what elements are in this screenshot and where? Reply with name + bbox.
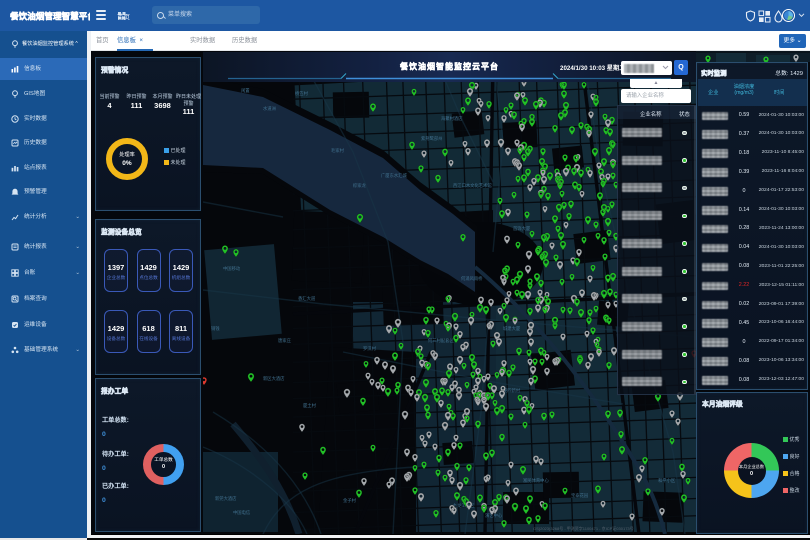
svg-text:新区大酒店: 新区大酒店 — [263, 375, 285, 382]
svg-text:新莞大酒店: 新莞大酒店 — [215, 495, 237, 502]
svg-text:唐家庄: 唐家庄 — [278, 337, 292, 344]
svg-text:何三村配套区: 何三村配套区 — [428, 337, 454, 344]
svg-text:首饰大厦: 首饰大厦 — [513, 225, 531, 232]
svg-text:香汇大道: 香汇大道 — [298, 295, 316, 302]
svg-text:演艺中心: 演艺中心 — [485, 512, 503, 519]
svg-text:水道洲: 水道洲 — [263, 105, 276, 112]
svg-text:海聚村酒店: 海聚村酒店 — [441, 115, 463, 122]
svg-text:厦土村: 厦土村 — [303, 402, 317, 408]
svg-text:毛家村: 毛家村 — [331, 147, 345, 153]
svg-text:铜钱: 铜钱 — [211, 325, 220, 332]
svg-text:广厦东水汇城: 广厦东水汇城 — [381, 172, 407, 179]
svg-text:桥笠村: 桥笠村 — [295, 90, 309, 97]
svg-text:中国移动: 中国移动 — [223, 265, 241, 272]
svg-text:和平小区: 和平小区 — [658, 477, 676, 484]
svg-text:罗汉村: 罗汉村 — [363, 345, 377, 352]
svg-text:棕家龙: 棕家龙 — [353, 182, 367, 189]
svg-text:宝泰花园: 宝泰花园 — [571, 492, 588, 499]
svg-text:西江口木文化艺术馆: 西江口木文化艺术馆 — [453, 182, 492, 189]
svg-text:富民体育中心: 富民体育中心 — [523, 477, 549, 484]
svg-text:GS(2023)3268号 - 甲测资字1100471 -: GS(2023)3268号 - 甲测资字1100471 - 京ICP证03017… — [533, 525, 634, 531]
svg-text:城建大厦: 城建大厦 — [503, 325, 521, 332]
svg-text:闲置: 闲置 — [241, 87, 250, 94]
svg-text:中国电信: 中国电信 — [233, 509, 251, 516]
svg-text:何涌风雨桥: 何涌风雨桥 — [461, 275, 483, 282]
svg-text:金子村: 金子村 — [343, 497, 357, 503]
svg-text:紫荆鹭部州: 紫荆鹭部州 — [421, 135, 442, 142]
